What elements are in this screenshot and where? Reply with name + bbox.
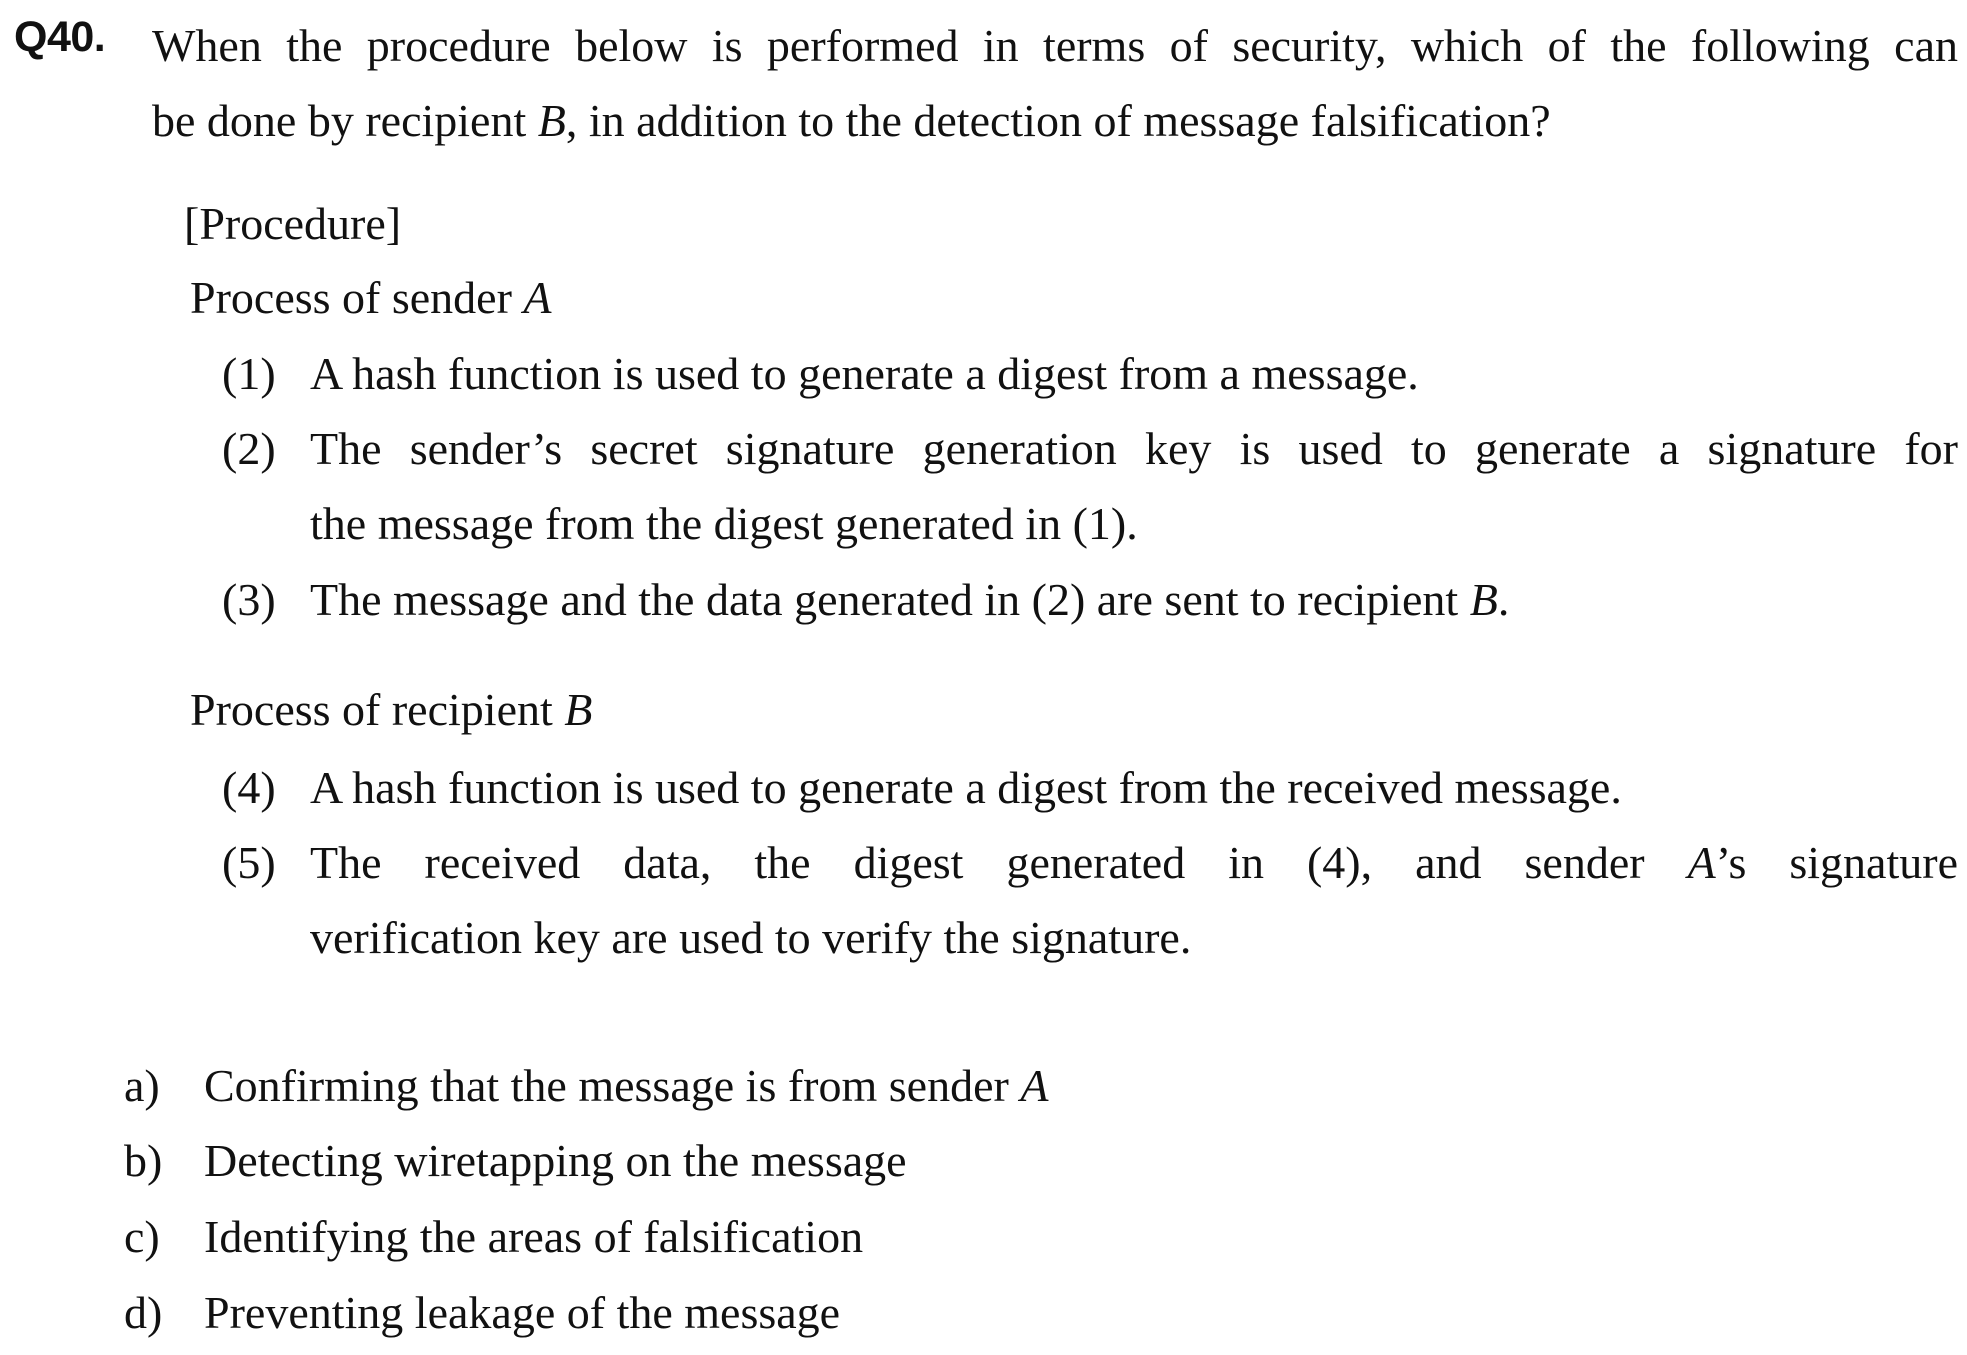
recipient-variable: B	[564, 684, 593, 735]
procedure-step-5: (5) The received data, the digest genera…	[222, 825, 1958, 975]
step-text: The received data, the digest generated …	[310, 825, 1958, 975]
step-text: The sender’s secret signature generation…	[310, 411, 1958, 561]
recipient-process-heading: Process of recipient B	[190, 684, 593, 735]
option-letter: a)	[124, 1060, 160, 1111]
answer-option-a[interactable]: a) Confirming that the message is from se…	[124, 1058, 1048, 1114]
step-number: (2)	[222, 423, 276, 474]
step-number: (1)	[222, 348, 276, 399]
recipient-variable: B	[1469, 574, 1498, 625]
sender-variable: A	[1687, 837, 1716, 888]
option-letter: b)	[124, 1135, 163, 1186]
option-letter: c)	[124, 1211, 160, 1262]
procedure-step-3: (3) The message and the data generated i…	[222, 562, 1958, 637]
step-text-line-2: verification key are used to verify the …	[310, 912, 1192, 963]
step-text: A hash function is used to generate a di…	[310, 762, 1622, 813]
question-page: Q40. When the procedure below is perform…	[0, 0, 1967, 1355]
procedure-heading: [Procedure]	[184, 198, 402, 249]
sender-process-heading: Process of sender A	[190, 272, 552, 323]
step-text: The message and the data generated in (2…	[310, 574, 1510, 625]
answer-option-c[interactable]: c) Identifying the areas of falsification	[124, 1209, 863, 1265]
option-letter: d)	[124, 1287, 163, 1338]
step-text: A hash function is used to generate a di…	[310, 348, 1419, 399]
step-text-line-1: The sender’s secret signature generation…	[310, 423, 1958, 474]
step-text-line-2: the message from the digest generated in…	[310, 498, 1138, 549]
procedure-step-1: (1) A hash function is used to generate …	[222, 336, 1958, 411]
procedure-step-4: (4) A hash function is used to generate …	[222, 750, 1958, 825]
question-number: Q40.	[14, 13, 106, 61]
answer-option-d[interactable]: d) Preventing leakage of the message	[124, 1285, 840, 1341]
step-number: (4)	[222, 762, 276, 813]
step-number: (5)	[222, 837, 276, 888]
option-text: Detecting wiretapping on the message	[204, 1135, 907, 1186]
recipient-variable: B	[537, 95, 566, 146]
sender-variable: A	[1020, 1060, 1049, 1111]
step-text-line-1: The received data, the digest generated …	[310, 837, 1958, 888]
option-text: Preventing leakage of the message	[204, 1287, 841, 1338]
option-text: Confirming that the message is from send…	[204, 1060, 1021, 1111]
procedure-step-2: (2) The sender’s secret signature genera…	[222, 411, 1958, 561]
question-text-line-1: When the procedure below is performed in…	[152, 20, 1958, 71]
question-text-line-2: be done by recipient B, in addition to t…	[152, 95, 1551, 146]
question-text: When the procedure below is performed in…	[152, 8, 1958, 158]
step-number: (3)	[222, 574, 276, 625]
answer-option-b[interactable]: b) Detecting wiretapping on the message	[124, 1133, 907, 1189]
option-text: Identifying the areas of falsification	[204, 1211, 864, 1262]
sender-variable: A	[523, 272, 552, 323]
